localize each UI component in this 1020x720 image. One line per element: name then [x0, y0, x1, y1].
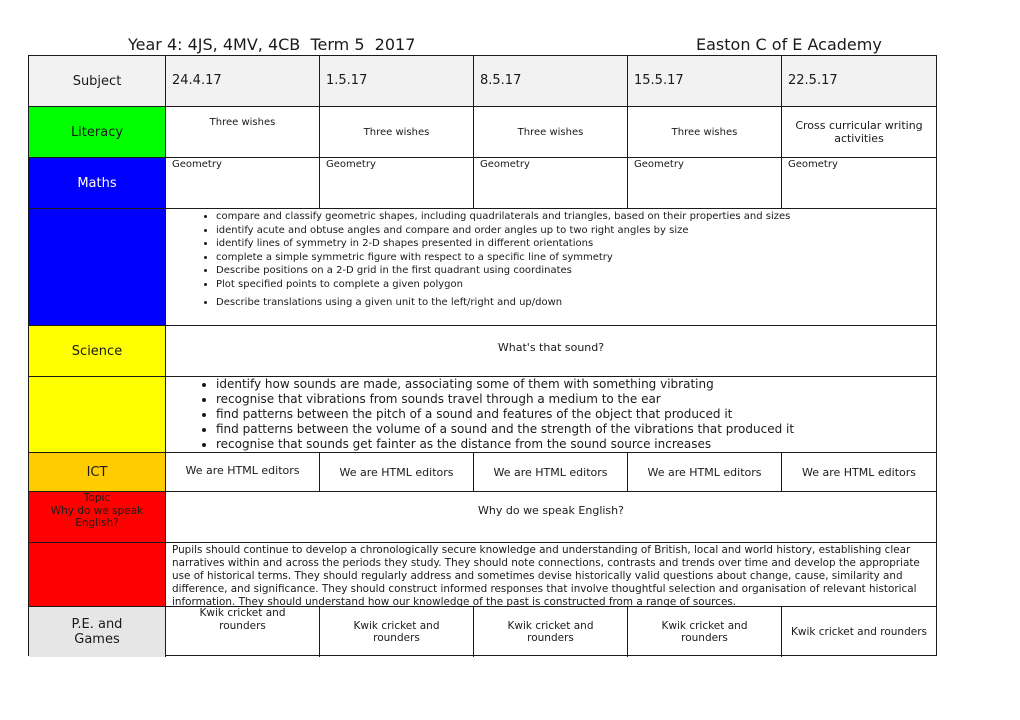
maths-objective: Describe positions on a 2-D grid in the … — [216, 264, 936, 278]
science-objectives-colour-block — [29, 377, 166, 453]
maths-objective: Plot specified points to complete a give… — [216, 278, 936, 292]
science-objective: recognise that vibrations from sounds tr… — [216, 392, 936, 407]
date-header: 1.5.17 — [320, 56, 474, 107]
maths-objective: identify acute and obtuse angles and com… — [216, 224, 936, 238]
maths-objectives-colour-block — [29, 209, 166, 326]
maths-week-cell: Geometry — [628, 158, 782, 209]
literacy-week-cell: Cross curricular writing activities — [782, 107, 936, 158]
maths-objectives: compare and classify geometric shapes, i… — [166, 209, 936, 326]
subject-maths: Maths — [29, 158, 166, 209]
maths-objective: identify lines of symmetry in 2-D shapes… — [216, 237, 936, 251]
science-objectives: identify how sounds are made, associatin… — [166, 377, 936, 453]
maths-week-cell: Geometry — [782, 158, 936, 209]
date-header: 22.5.17 — [782, 56, 936, 107]
maths-objective: Describe translations using a given unit… — [216, 296, 936, 310]
subject-literacy: Literacy — [29, 107, 166, 158]
maths-week-cell: Geometry — [474, 158, 628, 209]
science-unit: What's that sound? — [166, 326, 936, 377]
pe-week-cell: Kwik cricket and rounders — [628, 607, 782, 657]
maths-objective: compare and classify geometric shapes, i… — [216, 210, 936, 224]
literacy-week-cell: Three wishes — [166, 107, 320, 158]
literacy-week-cell: Three wishes — [320, 107, 474, 158]
pe-week-cell: Kwik cricket and rounders — [320, 607, 474, 657]
topic-title: Why do we speak English? — [50, 504, 144, 530]
science-objective: recognise that sounds get fainter as the… — [216, 437, 936, 452]
school-name: Easton C of E Academy — [696, 35, 882, 54]
ict-week-cell: We are HTML editors — [474, 453, 628, 492]
maths-objective: complete a simple symmetric figure with … — [216, 251, 936, 265]
subject-header: Subject — [29, 56, 166, 107]
science-objective: find patterns between the pitch of a sou… — [216, 407, 936, 422]
date-header: 15.5.17 — [628, 56, 782, 107]
ict-week-cell: We are HTML editors — [628, 453, 782, 492]
pe-week-cell: Kwik cricket and rounders — [790, 626, 928, 638]
pe-week-cell: Kwik cricket and rounders — [166, 607, 320, 657]
science-objective: find patterns between the volume of a so… — [216, 422, 936, 437]
topic-description-colour-block — [29, 543, 166, 607]
date-header: 24.4.17 — [166, 56, 320, 107]
topic-unit: Why do we speak English? — [166, 492, 936, 543]
subject-science: Science — [29, 326, 166, 377]
literacy-week-cell: Three wishes — [628, 107, 782, 158]
date-header: 8.5.17 — [474, 56, 628, 107]
literacy-week-cell: Three wishes — [474, 107, 628, 158]
science-objective: identify how sounds are made, associatin… — [216, 377, 936, 392]
maths-week-cell: Geometry — [320, 158, 474, 209]
ict-week-cell: We are HTML editors — [166, 453, 320, 492]
subject-topic: Topic Why do we speak English? — [29, 492, 166, 543]
subject-pe: P.E. and Games — [29, 607, 166, 657]
ict-week-cell: We are HTML editors — [782, 453, 936, 492]
page-title: Year 4: 4JS, 4MV, 4CB Term 5 2017 — [128, 35, 416, 54]
planning-table: Subject 24.4.17 1.5.17 8.5.17 15.5.17 22… — [28, 55, 937, 657]
ict-week-cell: We are HTML editors — [320, 453, 474, 492]
pe-week-cell: Kwik cricket and rounders — [474, 607, 628, 657]
topic-label: Topic — [83, 492, 111, 504]
topic-description: Pupils should continue to develop a chro… — [166, 543, 936, 607]
maths-week-cell: Geometry — [166, 158, 320, 209]
subject-ict: ICT — [29, 453, 166, 492]
